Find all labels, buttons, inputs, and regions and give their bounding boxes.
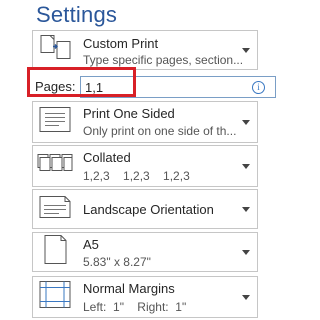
pages-row: Pages: <box>32 76 276 98</box>
pages-label: Pages: <box>35 79 76 94</box>
chevron-down-icon <box>242 120 250 125</box>
chevron-down-icon <box>242 295 250 300</box>
collation-dropdown[interactable]: Collated 1,2,3 1,2,3 1,2,3 <box>32 145 258 187</box>
one-sided-icon <box>37 104 73 141</box>
chevron-down-icon <box>242 250 250 255</box>
collated-icon <box>37 149 73 184</box>
print-range-subtitle: Type specific pages, section... <box>83 53 243 67</box>
orientation-dropdown[interactable]: Landscape Orientation <box>32 189 258 229</box>
margins-subtitle: Left: 1" Right: 1" <box>83 300 187 314</box>
chevron-down-icon <box>242 207 250 212</box>
info-icon[interactable]: i <box>252 81 265 94</box>
sides-dropdown[interactable]: Print One Sided Only print on one side o… <box>32 101 258 143</box>
sides-subtitle: Only print on one side of th... <box>83 124 237 138</box>
paper-size-icon <box>37 234 73 271</box>
landscape-icon <box>37 192 73 227</box>
print-range-title: Custom Print <box>83 36 159 51</box>
settings-heading: Settings <box>36 2 118 27</box>
paper-size-subtitle: 5.83" x 8.27" <box>83 255 151 269</box>
custom-print-icon <box>37 33 73 68</box>
collation-subtitle: 1,2,3 1,2,3 1,2,3 <box>83 169 190 183</box>
chevron-down-icon <box>242 164 250 169</box>
chevron-down-icon <box>242 48 250 53</box>
margins-icon <box>37 279 73 316</box>
print-range-dropdown[interactable]: Custom Print Type specific pages, sectio… <box>32 30 258 70</box>
pages-input[interactable] <box>80 76 276 98</box>
margins-dropdown[interactable]: Normal Margins Left: 1" Right: 1" <box>32 276 258 318</box>
paper-size-dropdown[interactable]: A5 5.83" x 8.27" <box>32 232 258 272</box>
margins-title: Normal Margins <box>83 281 175 296</box>
collation-title: Collated <box>83 150 131 165</box>
paper-size-title: A5 <box>83 237 99 252</box>
sides-title: Print One Sided <box>83 106 175 121</box>
orientation-title: Landscape Orientation <box>83 202 214 217</box>
